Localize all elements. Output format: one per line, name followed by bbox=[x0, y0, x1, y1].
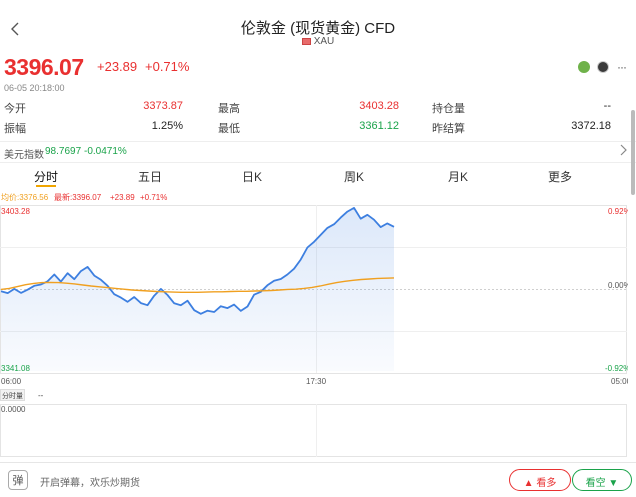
tab-weekly-k[interactable]: 周K bbox=[324, 168, 384, 185]
usd-index-change: -0.0471% bbox=[84, 146, 127, 157]
header-tools: ··· bbox=[576, 58, 627, 76]
latest-price-legend: 最新:3396.07 bbox=[54, 192, 102, 202]
stat-label: 振幅 bbox=[4, 123, 26, 135]
stat-value: 3361.12 bbox=[359, 120, 399, 132]
legend-change: +23.89 bbox=[110, 193, 135, 202]
bearish-button[interactable]: 看空 ▼ bbox=[572, 469, 632, 491]
avatar[interactable] bbox=[596, 60, 609, 73]
last-price: 3396.07 bbox=[4, 54, 84, 80]
usd-index-value: 98.7697 bbox=[45, 146, 82, 157]
volume-label: 分时量 bbox=[2, 391, 23, 400]
chevron-right-icon bbox=[620, 144, 628, 159]
pct-bottom-label: -0.92% bbox=[605, 364, 628, 373]
stat-value: 3372.18 bbox=[571, 120, 611, 132]
bullish-label: 看多 bbox=[536, 478, 557, 489]
tab-monthly-k[interactable]: 月K bbox=[428, 168, 488, 185]
flag-icon bbox=[301, 38, 311, 45]
price-change-pct: +0.71% bbox=[145, 59, 190, 74]
stat-value: 3373.87 bbox=[143, 100, 183, 112]
page-title: 伦敦金 (现货黄金) CFD bbox=[240, 20, 396, 37]
usd-index-label: 美元指数 bbox=[4, 150, 44, 161]
scrollbar[interactable] bbox=[631, 110, 635, 195]
stat-value: 1.25% bbox=[151, 120, 183, 132]
danmu-prompt[interactable]: 开启弹幕，欢乐炒期货 bbox=[40, 474, 140, 489]
triangle-up-icon: ▲ bbox=[523, 478, 537, 489]
legend-change-pct: +0.71% bbox=[140, 193, 167, 202]
x-tick-label: 06:00 bbox=[1, 377, 22, 386]
period-tabs: 分时 五日 日K 周K 月K 更多 bbox=[0, 163, 636, 189]
volume-axis-label: 0.0000 bbox=[1, 405, 26, 414]
y-max-label: 3403.28 bbox=[1, 207, 30, 216]
pct-mid-label: 0.00% bbox=[608, 281, 628, 290]
bullish-button[interactable]: ▲ 看多 bbox=[509, 469, 571, 491]
volume-frame bbox=[0, 404, 627, 457]
stat-label: 昨结算 bbox=[432, 123, 465, 135]
x-tick-label: 17:30 bbox=[306, 377, 327, 386]
volume-value: -- bbox=[38, 391, 44, 400]
instrument-code: XAU bbox=[0, 36, 636, 47]
avg-price-legend: 均价:3376.56 bbox=[1, 192, 49, 202]
stat-label: 最高 bbox=[218, 103, 240, 115]
intraday-chart: 均价:3376.56 最新:3396.07 +23.89 +0.71% 3403… bbox=[0, 190, 632, 460]
intraday-chart-svg: 均价:3376.56 最新:3396.07 +23.89 +0.71% 3403… bbox=[0, 192, 632, 457]
instrument-code-label: XAU bbox=[313, 36, 335, 47]
price-change: +23.89 bbox=[97, 59, 138, 74]
triangle-down-icon: ▼ bbox=[605, 478, 619, 489]
y-min-label: 3341.08 bbox=[1, 364, 30, 373]
tab-intraday[interactable]: 分时 bbox=[16, 168, 76, 185]
usd-index-row[interactable]: 美元指数 98.7697 -0.0471% bbox=[0, 141, 636, 163]
stat-label: 最低 bbox=[218, 123, 240, 135]
tab-more[interactable]: 更多 bbox=[530, 168, 590, 185]
active-tab-indicator bbox=[36, 185, 56, 187]
danmu-toggle-icon[interactable]: 弹 bbox=[8, 470, 28, 490]
stat-value: -- bbox=[603, 100, 611, 112]
quote-time: 06-05 20:18:00 bbox=[4, 83, 65, 93]
bearish-label: 看空 bbox=[585, 478, 606, 489]
stat-label: 持仓量 bbox=[432, 103, 465, 115]
pct-top-label: 0.92% bbox=[608, 207, 628, 216]
x-tick-label: 05:00 bbox=[611, 377, 628, 386]
more-icon[interactable]: ··· bbox=[617, 60, 627, 74]
tab-daily-k[interactable]: 日K bbox=[222, 168, 282, 185]
avatar[interactable] bbox=[578, 60, 591, 73]
stat-value: 3403.28 bbox=[359, 100, 399, 112]
tab-five-day[interactable]: 五日 bbox=[120, 168, 180, 185]
stat-label: 今开 bbox=[4, 103, 26, 115]
